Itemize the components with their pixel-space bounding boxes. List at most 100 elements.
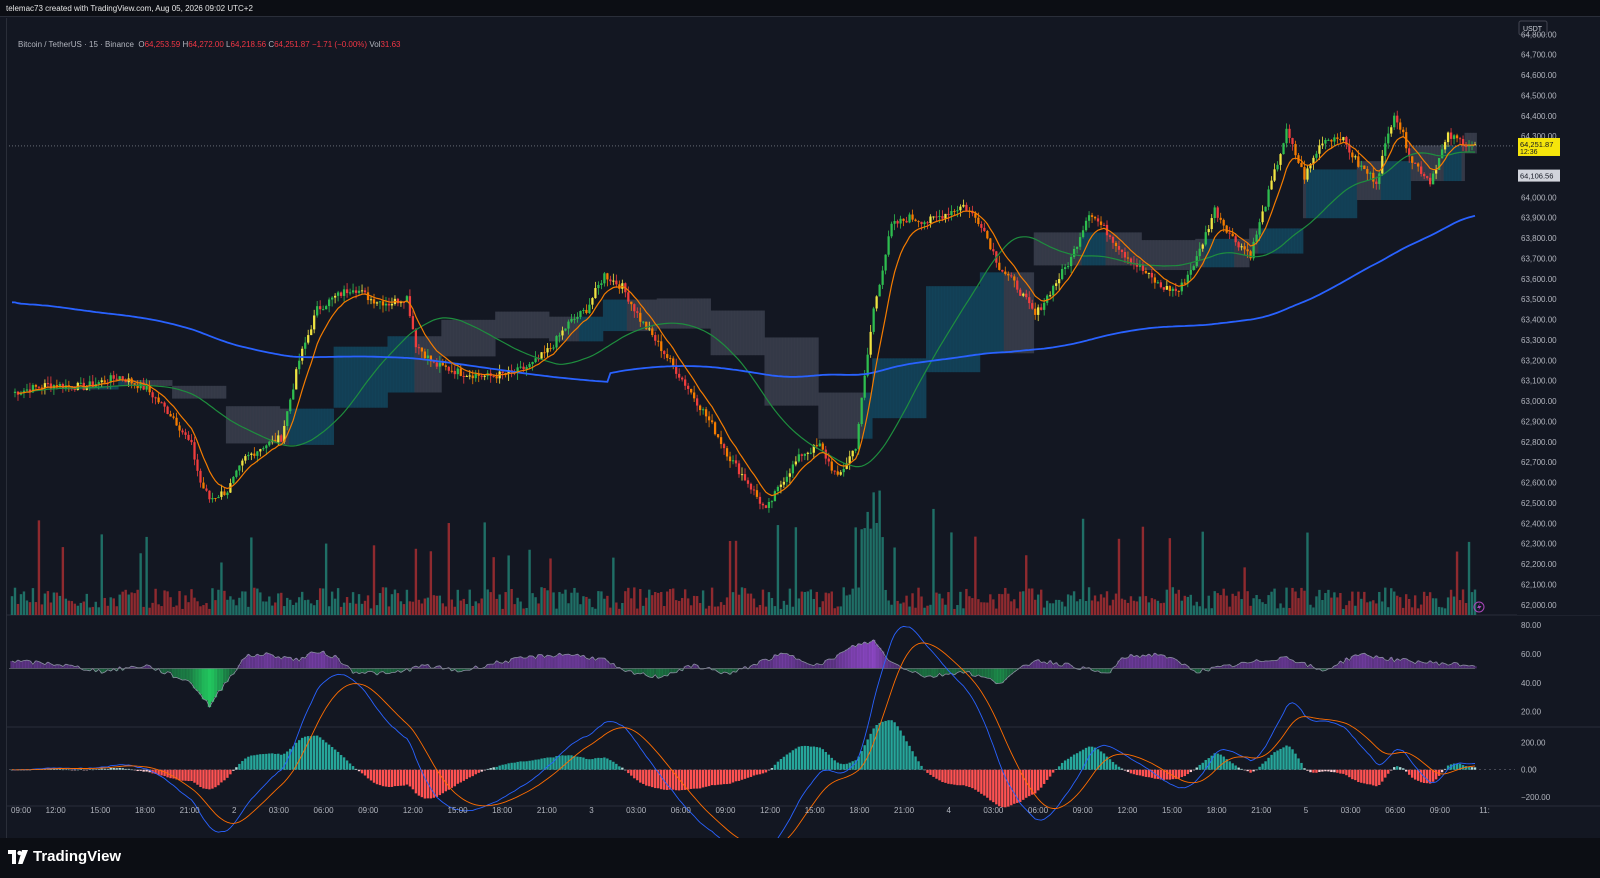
volume-bar <box>52 592 56 615</box>
macd-histogram-bar <box>351 766 355 770</box>
macd-histogram-bar <box>112 768 115 770</box>
rsi-tick-label: 20.00 <box>1521 708 1542 717</box>
cloud-band-segment <box>1288 228 1292 254</box>
candle <box>908 212 911 224</box>
candle-body <box>1219 217 1222 220</box>
symbol-name[interactable]: Bitcoin / TetherUS · 15 · Binance <box>18 40 134 49</box>
candle-body <box>1455 135 1459 139</box>
cloud-band-segment <box>318 408 323 445</box>
volume-bar <box>175 605 178 615</box>
cloud-band-segment <box>501 311 505 339</box>
macd-histogram-bar <box>145 769 148 772</box>
volume-bar <box>594 608 597 615</box>
volume-bar <box>806 591 810 615</box>
macd-histogram-bar <box>1120 768 1124 770</box>
candle-body <box>247 454 250 457</box>
volume-bar <box>1048 603 1052 615</box>
cloud-band-segment <box>402 336 406 393</box>
candle <box>663 350 666 360</box>
volume-bar <box>1069 595 1073 615</box>
volume-bar <box>627 587 630 615</box>
cloud-band-segment <box>507 311 511 339</box>
volume-bar <box>1407 598 1411 615</box>
macd-histogram-bar <box>1177 769 1181 779</box>
macd-histogram-bar <box>710 769 714 786</box>
bar-countdown: 12:36 <box>1520 149 1538 156</box>
candle <box>1363 165 1366 170</box>
macd-histogram-bar <box>109 768 112 770</box>
cloud-band-segment <box>1093 232 1097 266</box>
volume-bar <box>639 588 642 615</box>
candle-body <box>1060 269 1064 280</box>
candle <box>701 407 705 415</box>
candle-body <box>636 311 639 313</box>
macd-histogram-bar <box>178 769 181 781</box>
volume-bar <box>43 593 47 615</box>
volume-bar <box>58 595 62 615</box>
macd-histogram-bar <box>247 756 250 770</box>
macd-histogram-bar <box>91 769 94 771</box>
volume-bar <box>561 593 564 615</box>
candle-body <box>223 491 226 496</box>
candle-body <box>375 302 379 304</box>
macd-histogram-bar <box>899 730 902 770</box>
macd-histogram-bar <box>534 759 537 770</box>
macd-histogram-bar <box>806 746 810 770</box>
candle-body <box>704 409 708 417</box>
brand-name: TradingView <box>33 848 122 865</box>
macd-histogram-bar <box>456 769 459 784</box>
macd-histogram-bar <box>600 758 603 770</box>
candle-body <box>495 376 498 379</box>
volume-bar <box>740 587 744 615</box>
macd-histogram-bar <box>842 764 845 770</box>
macd-histogram-bar <box>1279 748 1282 770</box>
candle <box>52 384 56 395</box>
macd-histogram-bar <box>1171 769 1175 780</box>
macd-histogram-bar <box>1378 769 1381 785</box>
cloud-band-segment <box>459 319 463 357</box>
volume-bar <box>1288 607 1291 615</box>
candle-body <box>770 501 774 503</box>
candle-body <box>1255 234 1258 242</box>
volume-bar <box>405 589 409 615</box>
volume-bar <box>821 601 824 615</box>
candle-body <box>917 221 920 223</box>
price-tick-label: 64,700.00 <box>1521 51 1557 60</box>
candle-body <box>630 301 633 305</box>
cloud-band-segment <box>881 358 885 419</box>
candle-body <box>1055 283 1058 286</box>
time-tick-label: 12:00 <box>46 806 67 815</box>
candle-body <box>1153 277 1157 283</box>
macd-histogram-bar <box>55 769 59 770</box>
macd-histogram-bar <box>827 754 830 770</box>
tradingview-brand[interactable]: TradingView <box>8 848 121 865</box>
volume-bar <box>232 599 235 615</box>
candle-body <box>902 218 905 221</box>
volume-bar <box>396 593 400 615</box>
candle <box>968 207 971 218</box>
candle-body <box>327 299 331 307</box>
chart-frame[interactable]: USDT 64,800.00 64,700.00 64,600.00 64,500.00… <box>6 18 1600 838</box>
volume-bar <box>881 537 884 615</box>
candle <box>899 215 902 229</box>
cloud-band-segment <box>166 380 170 386</box>
macd-histogram-bar <box>498 765 501 770</box>
candle <box>1348 138 1351 160</box>
macd-histogram-bar <box>184 769 187 781</box>
candle-body <box>196 459 199 471</box>
chart-canvas[interactable]: USDT64,800.0064,700.0064,600.0064,500.00… <box>7 18 1600 838</box>
volume-bar <box>1357 591 1360 615</box>
volume-bar <box>1255 595 1258 615</box>
volume-bar <box>1422 591 1426 615</box>
cloud-band-segment <box>516 311 520 339</box>
volume-bar <box>1452 596 1456 615</box>
volume-bar <box>531 593 534 615</box>
volume-bar <box>872 492 875 615</box>
volume-bar <box>64 598 68 615</box>
candle <box>301 346 304 365</box>
candle <box>34 383 38 390</box>
volume-bar <box>304 600 307 615</box>
candle-body <box>713 422 717 435</box>
volume-bar <box>818 607 821 615</box>
candle-body <box>1357 156 1360 167</box>
